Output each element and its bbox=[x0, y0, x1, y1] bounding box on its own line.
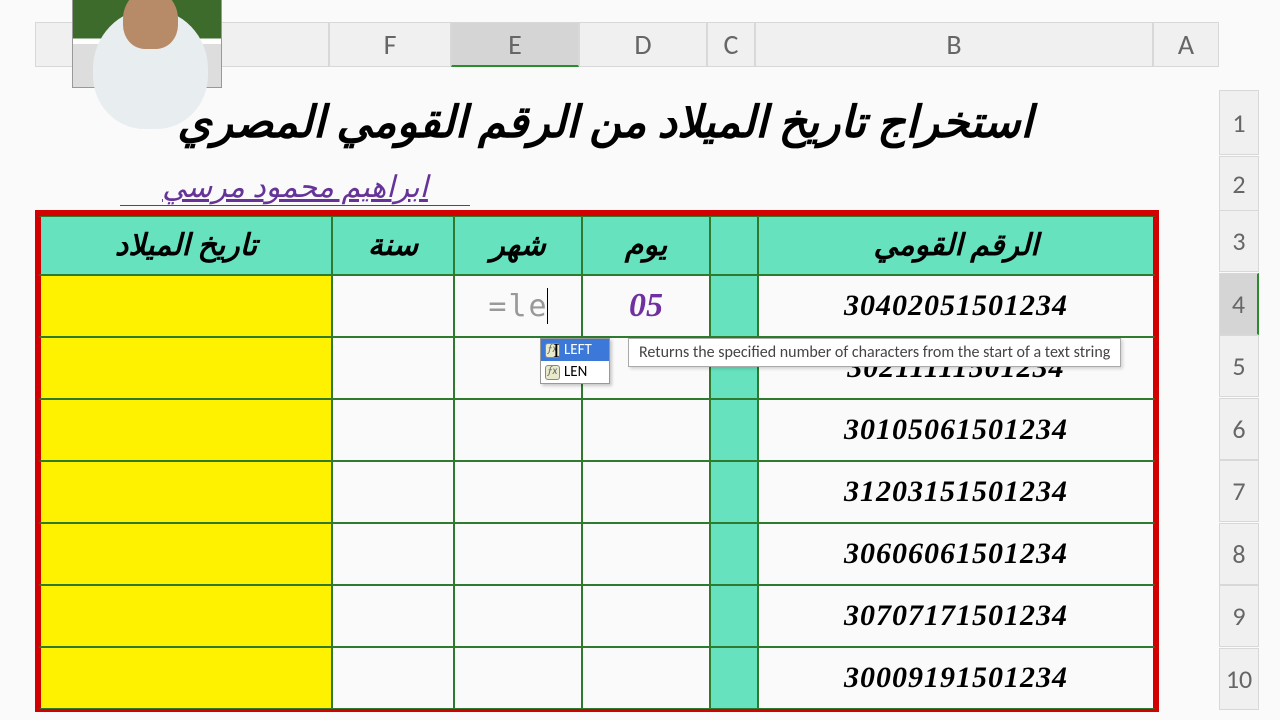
cell-F6[interactable] bbox=[332, 399, 454, 461]
cell-B8[interactable]: 30606061501234 bbox=[758, 523, 1156, 585]
col-header-B[interactable]: B bbox=[755, 22, 1153, 67]
cell-G8[interactable] bbox=[38, 523, 332, 585]
cell-F5[interactable] bbox=[332, 337, 454, 399]
header-G: تاريخ الميلاد bbox=[38, 216, 332, 275]
cell-D6[interactable] bbox=[582, 399, 710, 461]
row-header-2[interactable]: 2 bbox=[1219, 156, 1259, 211]
cell-G7[interactable] bbox=[38, 461, 332, 523]
header-C bbox=[710, 216, 758, 275]
cell-C4[interactable] bbox=[710, 275, 758, 337]
cell-C8[interactable] bbox=[710, 523, 758, 585]
cell-F8[interactable] bbox=[332, 523, 454, 585]
header-D: يوم bbox=[582, 216, 710, 275]
cell-C7[interactable] bbox=[710, 461, 758, 523]
cell-E4[interactable]: =le bbox=[454, 275, 582, 337]
row-header-10[interactable]: 10 bbox=[1219, 648, 1259, 710]
text-cursor-icon: I bbox=[553, 340, 560, 363]
cell-B9[interactable]: 30707171501234 bbox=[758, 585, 1156, 647]
cell-E6[interactable] bbox=[454, 399, 582, 461]
col-header-F[interactable]: F bbox=[329, 22, 451, 67]
cell-B10[interactable]: 30009191501234 bbox=[758, 647, 1156, 709]
header-E: شهر bbox=[454, 216, 582, 275]
header-B: الرقم القومي bbox=[758, 216, 1156, 275]
row-header-9[interactable]: 9 bbox=[1219, 585, 1259, 647]
cell-C6[interactable] bbox=[710, 399, 758, 461]
fx-icon bbox=[545, 365, 560, 380]
col-header-E[interactable]: E bbox=[451, 22, 579, 67]
cell-B7[interactable]: 31203151501234 bbox=[758, 461, 1156, 523]
sheet-title: استخراج تاريخ الميلاد من الرقم القومي ال… bbox=[35, 90, 1175, 155]
header-F: سنة bbox=[332, 216, 454, 275]
ac-item-len[interactable]: LEN bbox=[541, 361, 609, 383]
cell-F10[interactable] bbox=[332, 647, 454, 709]
cell-G9[interactable] bbox=[38, 585, 332, 647]
author-link[interactable]: ابراهيم محمود مرسي bbox=[120, 170, 470, 206]
row-header-3[interactable]: 3 bbox=[1219, 210, 1259, 272]
row-header-5[interactable]: 5 bbox=[1219, 335, 1259, 397]
formula-input[interactable]: =le bbox=[488, 289, 548, 324]
cell-D8[interactable] bbox=[582, 523, 710, 585]
profile-photo bbox=[72, 0, 222, 88]
cell-G10[interactable] bbox=[38, 647, 332, 709]
row-header-8[interactable]: 8 bbox=[1219, 523, 1259, 585]
cell-E10[interactable] bbox=[454, 647, 582, 709]
cell-B6[interactable]: 30105061501234 bbox=[758, 399, 1156, 461]
cell-F4[interactable] bbox=[332, 275, 454, 337]
cell-G6[interactable] bbox=[38, 399, 332, 461]
cell-G5[interactable] bbox=[38, 337, 332, 399]
formula-tooltip: Returns the specified number of characte… bbox=[628, 338, 1121, 367]
cell-D9[interactable] bbox=[582, 585, 710, 647]
row-header-6[interactable]: 6 bbox=[1219, 398, 1259, 460]
col-header-D[interactable]: D bbox=[579, 22, 707, 67]
data-table: تاريخ الميلاد سنة شهر يوم الرقم القومي =… bbox=[35, 210, 1159, 712]
row-header-4[interactable]: 4 bbox=[1219, 273, 1259, 335]
cell-C10[interactable] bbox=[710, 647, 758, 709]
cell-E8[interactable] bbox=[454, 523, 582, 585]
cell-B4[interactable]: 30402051501234 bbox=[758, 275, 1156, 337]
cell-D10[interactable] bbox=[582, 647, 710, 709]
cell-F9[interactable] bbox=[332, 585, 454, 647]
col-header-C[interactable]: C bbox=[707, 22, 755, 67]
cell-E7[interactable] bbox=[454, 461, 582, 523]
cell-D4[interactable]: 05 bbox=[582, 275, 710, 337]
cell-G4[interactable] bbox=[38, 275, 332, 337]
formula-autocomplete[interactable]: LEFT LEN bbox=[540, 338, 610, 384]
cell-E9[interactable] bbox=[454, 585, 582, 647]
cell-C9[interactable] bbox=[710, 585, 758, 647]
cell-D7[interactable] bbox=[582, 461, 710, 523]
ac-item-left[interactable]: LEFT bbox=[541, 339, 609, 361]
cell-F7[interactable] bbox=[332, 461, 454, 523]
col-header-A[interactable]: A bbox=[1153, 22, 1219, 67]
row-header-1[interactable]: 1 bbox=[1219, 90, 1259, 155]
row-header-7[interactable]: 7 bbox=[1219, 460, 1259, 522]
